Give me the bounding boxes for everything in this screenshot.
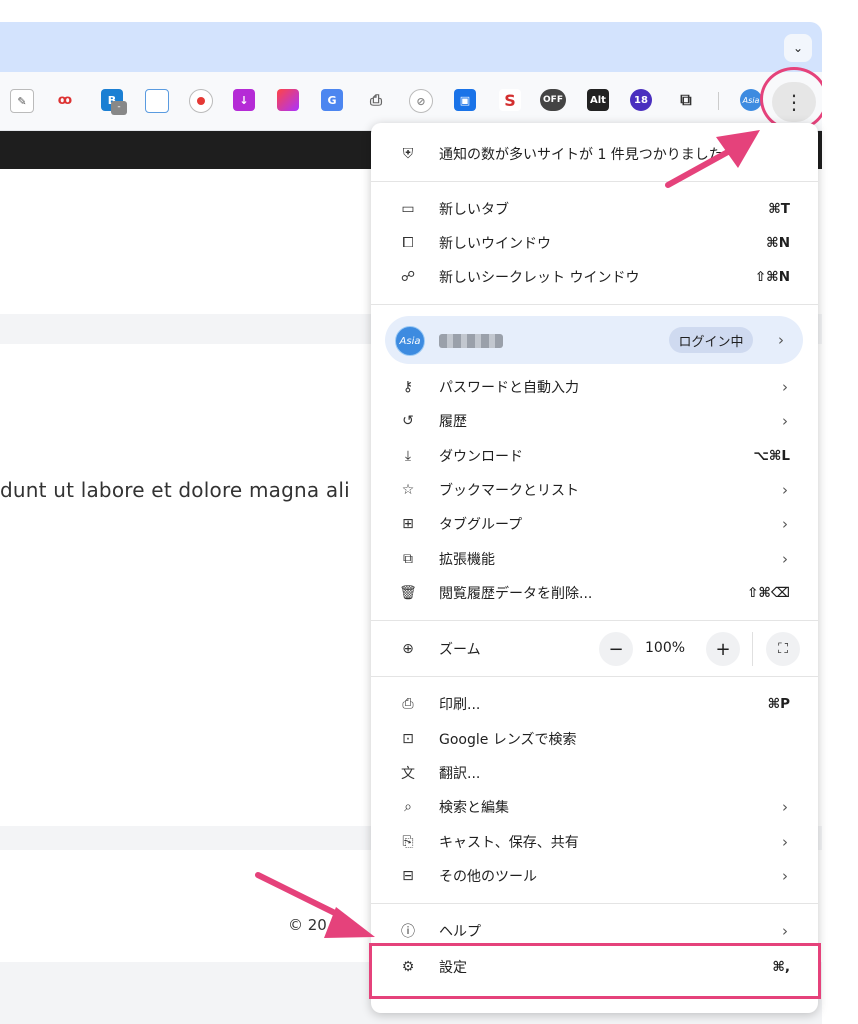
- arrow-to-menu-button: [665, 130, 760, 188]
- annotation-arrows: [255, 130, 760, 938]
- arrow-to-settings: [255, 872, 375, 938]
